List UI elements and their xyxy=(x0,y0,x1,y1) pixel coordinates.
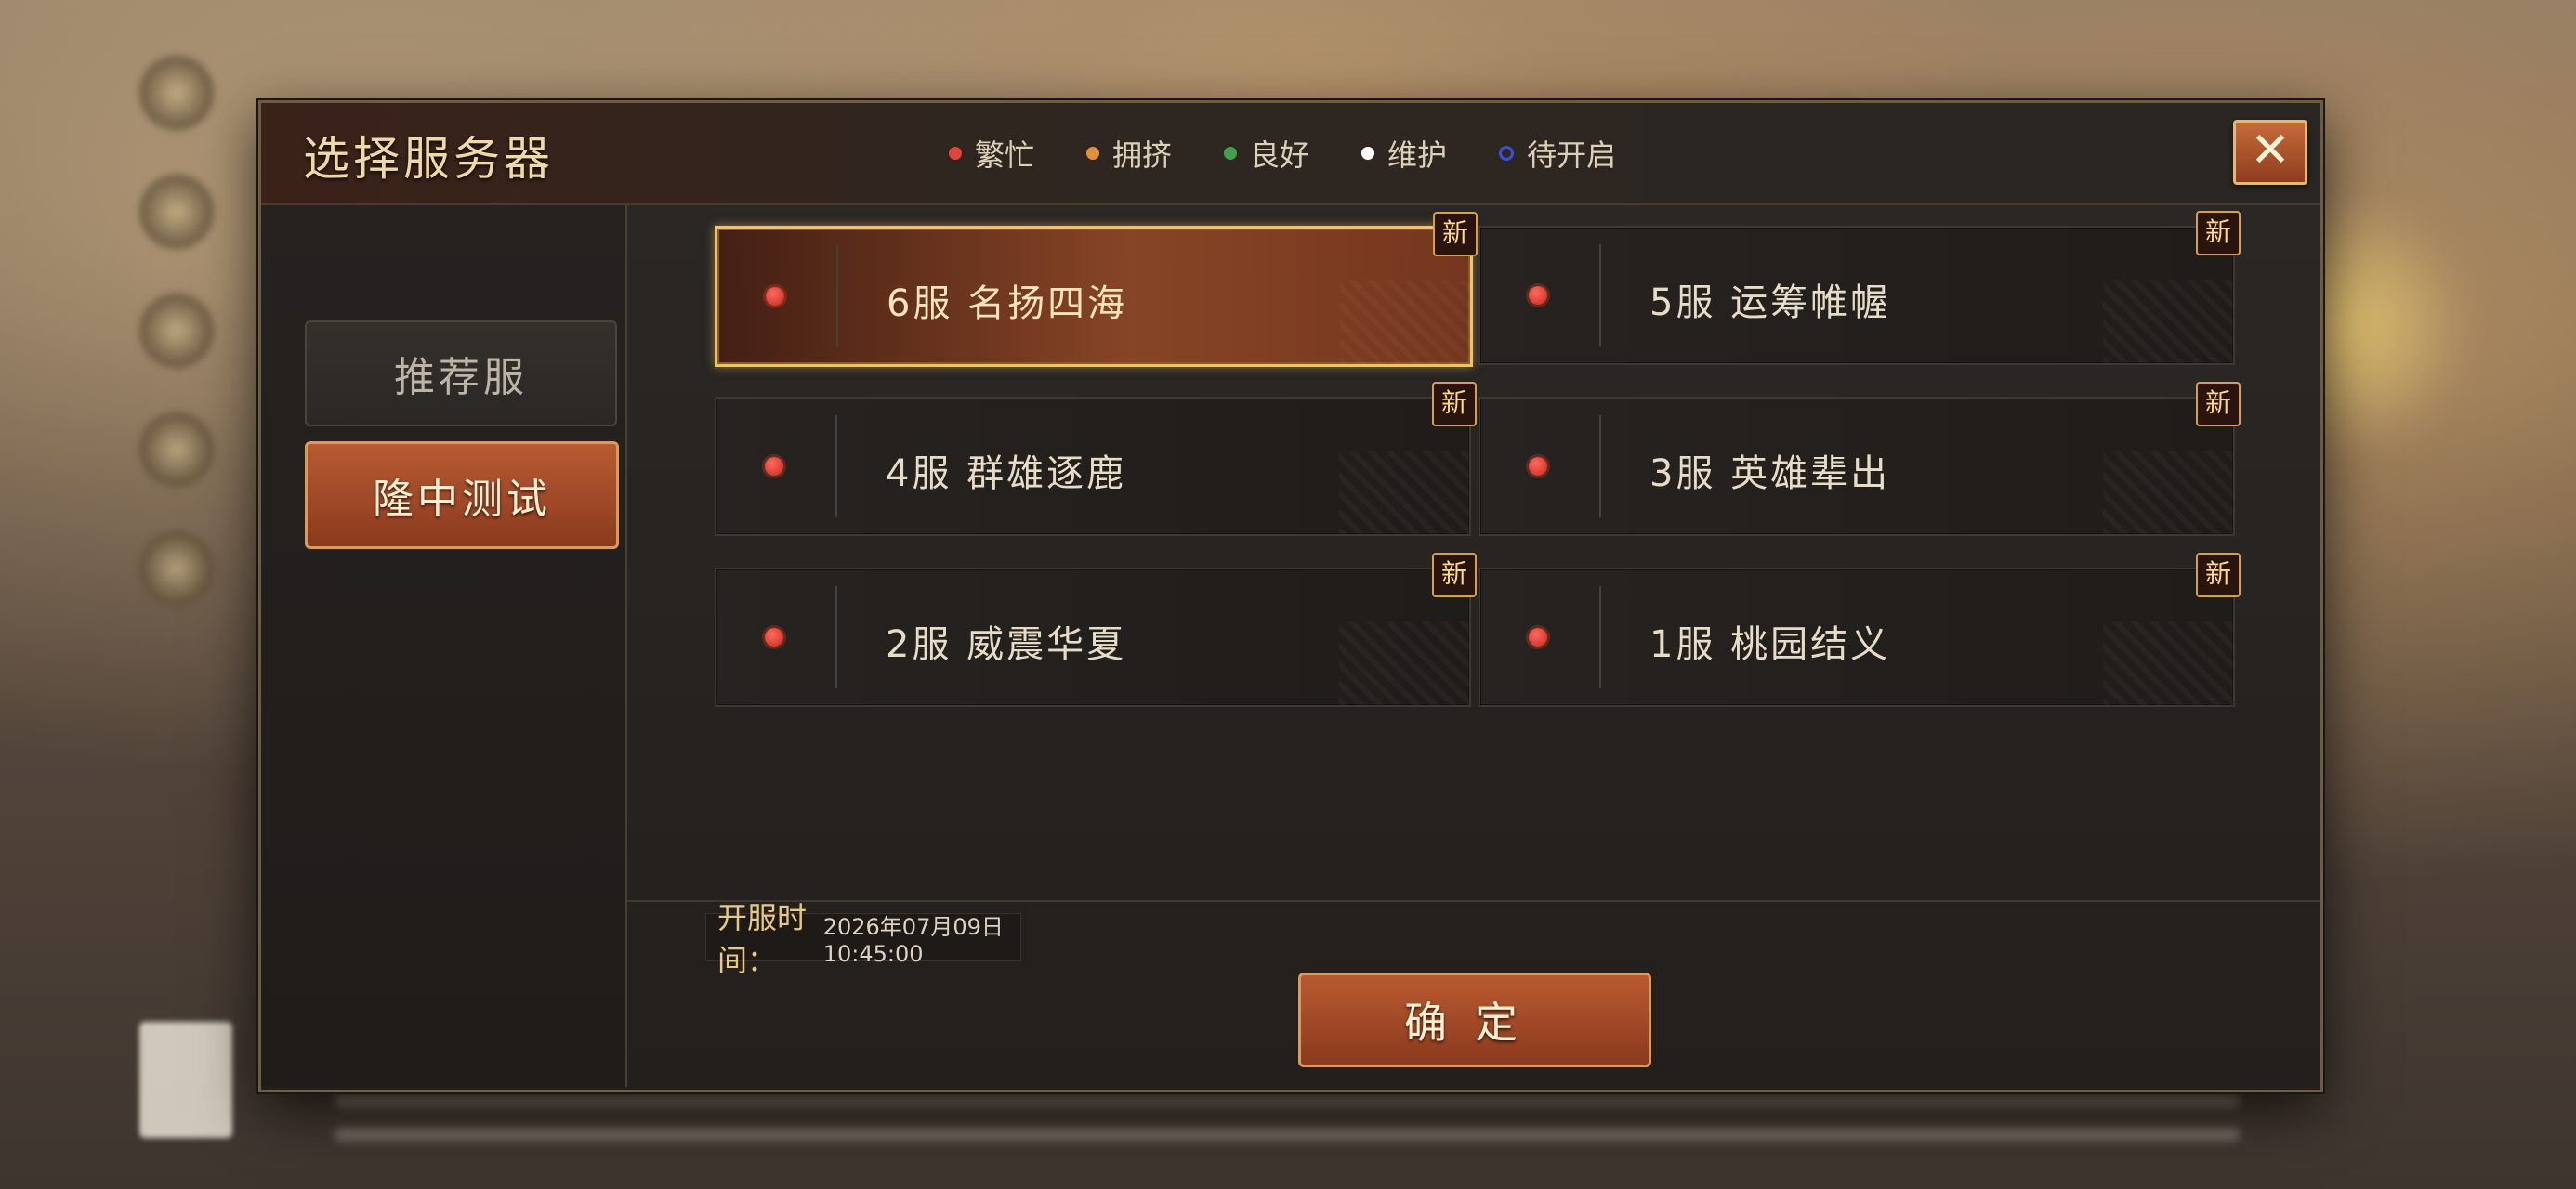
server-name: 4服 群雄逐鹿 xyxy=(886,452,1127,495)
tab-recommended[interactable]: 推荐服 xyxy=(305,320,617,426)
busy-status-icon xyxy=(765,628,783,647)
pattern-decoration xyxy=(2103,621,2233,705)
background-notice-line xyxy=(335,1128,2240,1141)
busy-status-icon xyxy=(1529,457,1547,476)
server-card[interactable]: 2服 威震华夏 新 xyxy=(715,553,1477,707)
new-badge: 新 xyxy=(2196,382,2241,426)
server-group-sidebar: 推荐服 隆中测试 xyxy=(261,205,627,1087)
legend-label: 拥挤 xyxy=(1112,137,1173,173)
new-badge: 新 xyxy=(2196,211,2241,255)
divider xyxy=(836,245,838,347)
server-card[interactable]: 3服 英雄辈出 新 xyxy=(1479,382,2241,536)
server-card[interactable]: 4服 群雄逐鹿 新 xyxy=(715,382,1477,536)
server-name: 5服 运筹帷幄 xyxy=(1649,281,1891,324)
server-card[interactable]: 5服 运筹帷幄 新 xyxy=(1479,211,2241,365)
server-card[interactable]: 6服 名扬四海 新 xyxy=(715,212,1478,367)
server-name: 2服 威震华夏 xyxy=(886,623,1127,666)
footer-divider xyxy=(627,900,2320,902)
pattern-decoration xyxy=(1339,451,1469,534)
server-name: 6服 名扬四海 xyxy=(887,282,1128,325)
busy-status-icon xyxy=(765,457,783,476)
legend-item-good: 良好 xyxy=(1224,132,1309,175)
close-button[interactable]: ✕ xyxy=(2233,120,2307,185)
legend-label: 待开启 xyxy=(1527,137,1617,173)
busy-status-icon xyxy=(1529,286,1547,305)
open-time-box: 开服时间： 2026年07月09日 10:45:00 xyxy=(705,900,1021,978)
status-dot-icon xyxy=(949,147,962,160)
open-time-label: 开服时间： xyxy=(717,900,808,978)
divider xyxy=(835,415,837,517)
divider xyxy=(1599,244,1601,346)
status-dot-icon xyxy=(1361,147,1375,160)
busy-status-icon xyxy=(1529,628,1547,647)
pattern-decoration xyxy=(2103,451,2233,534)
server-card[interactable]: 1服 桃园结义 新 xyxy=(1479,553,2241,707)
status-dot-icon xyxy=(1224,147,1238,160)
status-dot-icon xyxy=(1086,147,1100,160)
tab-longzhong-test[interactable]: 隆中测试 xyxy=(305,441,619,549)
background-icon xyxy=(139,531,214,606)
background-icon xyxy=(139,175,214,249)
background-notice-line xyxy=(335,1094,2240,1107)
server-name: 1服 桃园结义 xyxy=(1649,623,1891,666)
close-icon: ✕ xyxy=(2250,123,2291,178)
legend-label: 良好 xyxy=(1250,137,1310,173)
busy-status-icon xyxy=(766,287,784,306)
background-icon xyxy=(139,294,214,368)
pattern-decoration xyxy=(1339,621,1469,705)
pattern-decoration xyxy=(1340,281,1470,364)
server-name: 3服 英雄辈出 xyxy=(1649,452,1891,495)
divider xyxy=(1599,415,1601,517)
legend-item-pending: 待开启 xyxy=(1499,132,1616,175)
new-badge: 新 xyxy=(1433,212,1478,256)
divider xyxy=(1599,586,1601,688)
new-badge: 新 xyxy=(2196,553,2241,597)
status-dot-icon xyxy=(1499,146,1515,161)
server-select-dialog: 选择服务器 繁忙 拥挤 良好 维护 待开启 ✕ 推荐服 隆中测试 6服 名扬四海… xyxy=(258,100,2323,1092)
legend-label: 繁忙 xyxy=(975,137,1035,173)
background-menu-icons xyxy=(139,56,242,706)
legend-item-busy: 繁忙 xyxy=(949,132,1034,175)
new-badge: 新 xyxy=(1432,382,1477,426)
pattern-decoration xyxy=(2103,280,2233,363)
open-time-value: 2026年07月09日 10:45:00 xyxy=(822,913,1004,967)
status-legend: 繁忙 拥挤 良好 维护 待开启 xyxy=(949,127,1616,179)
new-badge: 新 xyxy=(1432,553,1477,597)
legend-item-maintenance: 维护 xyxy=(1361,132,1447,175)
confirm-button[interactable]: 确定 xyxy=(1298,973,1651,1067)
legend-item-crowded: 拥挤 xyxy=(1086,132,1172,175)
background-icon xyxy=(139,412,214,487)
legend-label: 维护 xyxy=(1387,137,1448,173)
background-icon xyxy=(139,56,214,130)
dialog-title: 选择服务器 xyxy=(303,132,554,186)
divider xyxy=(835,586,837,688)
dialog-header: 选择服务器 繁忙 拥挤 良好 维护 待开启 ✕ xyxy=(261,103,2320,205)
background-logo xyxy=(139,1022,232,1138)
